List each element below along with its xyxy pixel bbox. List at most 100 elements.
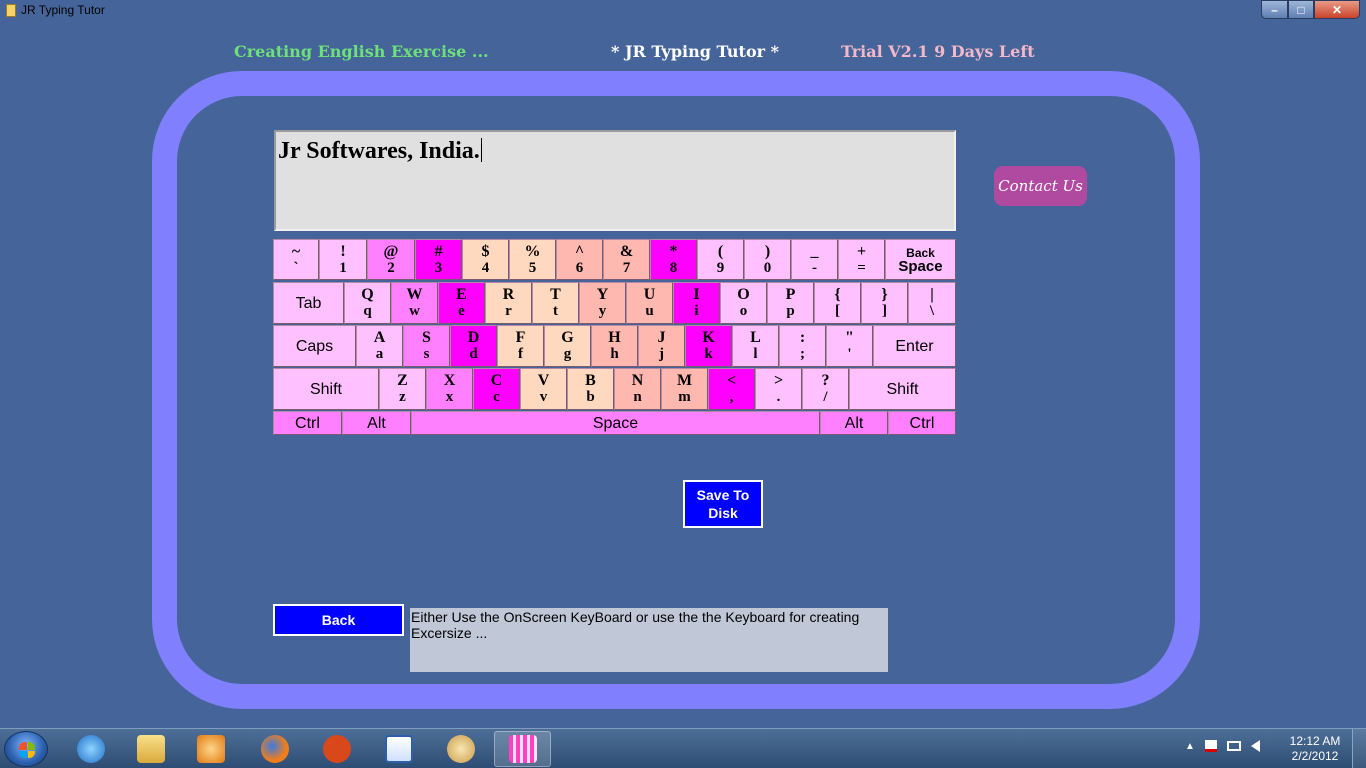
key-symbol[interactable]: >. bbox=[755, 368, 802, 410]
key-lower-label: r bbox=[505, 303, 512, 319]
close-button[interactable]: ✕ bbox=[1314, 0, 1360, 19]
maximize-button[interactable]: □ bbox=[1288, 0, 1314, 19]
key-8[interactable]: * 8 bbox=[650, 239, 697, 280]
key-x[interactable]: Xx bbox=[426, 368, 473, 410]
key-i[interactable]: Ii bbox=[673, 282, 720, 324]
key-lower-label: d bbox=[469, 346, 478, 362]
save-to-disk-button[interactable]: Save To Disk bbox=[683, 480, 763, 528]
key-3[interactable]: #3 bbox=[415, 239, 462, 280]
key-9[interactable]: (9 bbox=[697, 239, 744, 280]
key-tab[interactable]: Tab bbox=[273, 282, 344, 324]
key-p[interactable]: Pp bbox=[767, 282, 814, 324]
key-symbol[interactable]: ? / bbox=[802, 368, 849, 410]
volume-icon[interactable] bbox=[1250, 740, 1260, 752]
key-backspace[interactable]: Back Space bbox=[885, 239, 956, 280]
key-j[interactable]: Jj bbox=[638, 325, 685, 367]
taskbar-word[interactable] bbox=[370, 731, 427, 767]
key-c[interactable]: Cc bbox=[473, 368, 520, 410]
key-enter[interactable]: Enter bbox=[873, 325, 956, 367]
key-symbol[interactable]: }] bbox=[861, 282, 908, 324]
key-shift[interactable]: Shift bbox=[849, 368, 956, 410]
key-u[interactable]: Uu bbox=[626, 282, 673, 324]
file-explorer-icon bbox=[136, 735, 165, 763]
key-y[interactable]: Yy bbox=[579, 282, 626, 324]
key-caps[interactable]: Caps bbox=[273, 325, 356, 367]
key-upper-label: Z bbox=[397, 372, 408, 389]
key-upper-label: ? bbox=[821, 372, 830, 389]
key-symbol[interactable]: :; bbox=[779, 325, 826, 367]
start-button[interactable] bbox=[4, 731, 48, 767]
network-icon[interactable] bbox=[1226, 741, 1241, 751]
taskbar-firefox[interactable] bbox=[246, 731, 303, 767]
key-s[interactable]: Ss bbox=[403, 325, 450, 367]
key-alt[interactable]: Alt bbox=[342, 411, 411, 435]
key-space[interactable]: Space bbox=[411, 411, 820, 435]
key-v[interactable]: Vv bbox=[520, 368, 567, 410]
key-ctrl[interactable]: Ctrl bbox=[888, 411, 956, 435]
key-e[interactable]: Ee bbox=[438, 282, 485, 324]
firefox-icon bbox=[260, 735, 289, 763]
key-w[interactable]: Ww bbox=[391, 282, 438, 324]
key-b[interactable]: Bb bbox=[567, 368, 614, 410]
key-symbol[interactable]: " ' bbox=[826, 325, 873, 367]
taskbar-internet-explorer[interactable] bbox=[62, 731, 119, 767]
key-symbol[interactable]: | \ bbox=[908, 282, 956, 324]
key-2[interactable]: @2 bbox=[367, 239, 415, 280]
key-r[interactable]: Rr bbox=[485, 282, 532, 324]
back-button[interactable]: Back bbox=[273, 604, 404, 636]
windows-logo-icon bbox=[19, 742, 35, 758]
taskbar-paint[interactable] bbox=[432, 731, 489, 767]
key-lower-label: 8 bbox=[669, 259, 678, 276]
app-icon bbox=[6, 4, 16, 17]
key-z[interactable]: Zz bbox=[379, 368, 426, 410]
key-6[interactable]: ^ 6 bbox=[556, 239, 603, 280]
key-upper-label: A bbox=[373, 329, 386, 346]
key-symbol[interactable]: <, bbox=[708, 368, 755, 410]
key-symbol[interactable]: {[ bbox=[814, 282, 861, 324]
key-symbol[interactable]: ~ ` bbox=[273, 239, 319, 280]
taskbar-media-player[interactable] bbox=[182, 731, 239, 767]
key-o[interactable]: Oo bbox=[720, 282, 767, 324]
key-symbol[interactable]: _ - bbox=[791, 239, 838, 280]
action-center-icon[interactable] bbox=[1204, 740, 1217, 752]
key-lower-label: b bbox=[586, 389, 595, 405]
key-1[interactable]: ! 1 bbox=[319, 239, 367, 280]
contact-us-button[interactable]: Contact Us bbox=[994, 166, 1087, 206]
key-t[interactable]: Tt bbox=[532, 282, 579, 324]
key-7[interactable]: & 7 bbox=[603, 239, 650, 280]
key-alt[interactable]: Alt bbox=[820, 411, 888, 435]
key-4[interactable]: $4 bbox=[462, 239, 509, 280]
key-upper-label: V bbox=[537, 372, 550, 389]
key-l[interactable]: Ll bbox=[732, 325, 779, 367]
key-ctrl[interactable]: Ctrl bbox=[273, 411, 342, 435]
minimize-button[interactable]: – bbox=[1261, 0, 1288, 19]
key-d[interactable]: Dd bbox=[450, 325, 497, 367]
taskbar-jr-typing-tutor[interactable] bbox=[494, 731, 551, 767]
key-lower-label: g bbox=[563, 346, 572, 362]
key-symbol[interactable]: + = bbox=[838, 239, 885, 280]
tray-arrow-icon[interactable]: ▲ bbox=[1185, 741, 1195, 752]
clock[interactable]: 12:12 AM 2/2/2012 bbox=[1280, 734, 1350, 764]
key-g[interactable]: Gg bbox=[544, 325, 591, 367]
exercise-text-area[interactable]: Jr Softwares, India. bbox=[274, 130, 956, 231]
show-desktop-button[interactable] bbox=[1352, 729, 1366, 768]
key-m[interactable]: Mm bbox=[661, 368, 708, 410]
key-0[interactable]: ) 0 bbox=[744, 239, 791, 280]
key-a[interactable]: Aa bbox=[356, 325, 403, 367]
key-shift[interactable]: Shift bbox=[273, 368, 379, 410]
key-q[interactable]: Qq bbox=[344, 282, 391, 324]
key-k[interactable]: Kk bbox=[685, 325, 732, 367]
key-lower-label: l bbox=[753, 346, 758, 362]
key-lower-label: ; bbox=[800, 346, 805, 362]
key-upper-label: P bbox=[785, 286, 796, 303]
key-lower-label: 4 bbox=[481, 259, 490, 276]
key-5[interactable]: % 5 bbox=[509, 239, 556, 280]
key-lower-label: z bbox=[399, 389, 406, 405]
key-f[interactable]: Ff bbox=[497, 325, 544, 367]
key-h[interactable]: Hh bbox=[591, 325, 638, 367]
key-upper-label: X bbox=[443, 372, 456, 389]
taskbar-miro[interactable] bbox=[308, 731, 365, 767]
key-n[interactable]: Nn bbox=[614, 368, 661, 410]
key-upper-label: U bbox=[643, 286, 656, 303]
taskbar-file-explorer[interactable] bbox=[122, 731, 179, 767]
